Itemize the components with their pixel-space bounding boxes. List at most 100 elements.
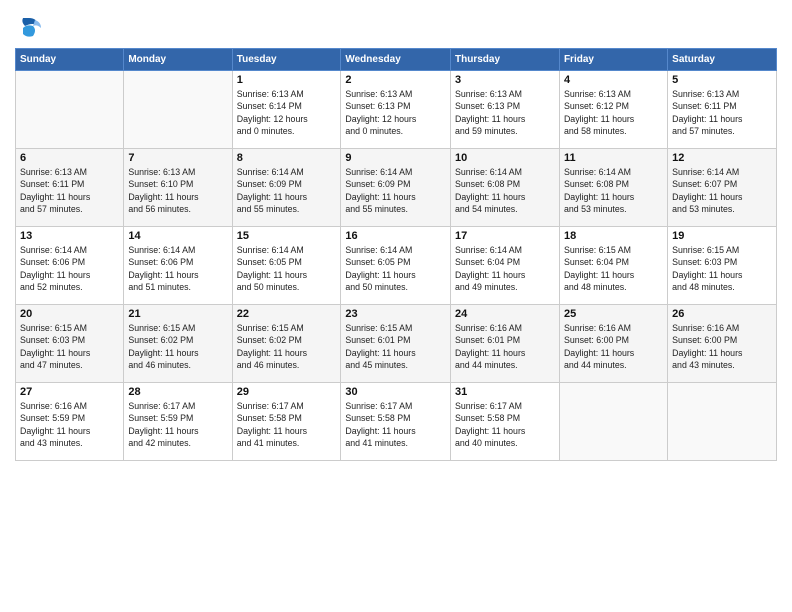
column-header-monday: Monday — [124, 49, 232, 71]
day-cell: 6 Sunrise: 6:13 AM Sunset: 6:11 PM Daylig… — [16, 149, 124, 227]
day-cell: 27 Sunrise: 6:16 AM Sunset: 5:59 PM Dayli… — [16, 383, 124, 461]
day-number: 18 — [564, 230, 663, 242]
day-info: Sunrise: 6:13 AM Sunset: 6:11 PM Dayligh… — [672, 88, 772, 137]
day-info: Sunrise: 6:15 AM Sunset: 6:04 PM Dayligh… — [564, 244, 663, 293]
day-cell: 22 Sunrise: 6:15 AM Sunset: 6:02 PM Dayli… — [232, 305, 341, 383]
day-number: 29 — [237, 386, 337, 398]
day-number: 1 — [237, 74, 337, 86]
day-cell: 30Sunrise: 6:17 AM Sunset: 5:58 PM Dayli… — [341, 383, 451, 461]
week-row-1: 1Sunrise: 6:13 AM Sunset: 6:14 PM Daylig… — [16, 71, 777, 149]
day-cell: 16 Sunrise: 6:14 AM Sunset: 6:05 PM Dayli… — [341, 227, 451, 305]
calendar-container: SundayMondayTuesdayWednesdayThursdayFrid… — [0, 0, 792, 612]
day-number: 26 — [672, 308, 772, 320]
day-cell — [559, 383, 667, 461]
day-number: 21 — [128, 308, 227, 320]
day-cell: 28 Sunrise: 6:17 AM Sunset: 5:59 PM Dayli… — [124, 383, 232, 461]
day-info: Sunrise: 6:15 AM Sunset: 6:03 PM Dayligh… — [20, 322, 119, 371]
column-header-tuesday: Tuesday — [232, 49, 341, 71]
day-number: 14 — [128, 230, 227, 242]
day-info: Sunrise: 6:17 AM Sunset: 5:58 PM Dayligh… — [455, 400, 555, 449]
day-number: 4 — [564, 74, 663, 86]
day-number: 5 — [672, 74, 772, 86]
column-header-thursday: Thursday — [451, 49, 560, 71]
day-info: Sunrise: 6:17 AM Sunset: 5:58 PM Dayligh… — [237, 400, 337, 449]
column-header-sunday: Sunday — [16, 49, 124, 71]
day-number: 31 — [455, 386, 555, 398]
day-cell: 9Sunrise: 6:14 AM Sunset: 6:09 PM Daylig… — [341, 149, 451, 227]
day-info: Sunrise: 6:14 AM Sunset: 6:05 PM Dayligh… — [345, 244, 446, 293]
day-number: 2 — [345, 74, 446, 86]
day-info: Sunrise: 6:16 AM Sunset: 6:01 PM Dayligh… — [455, 322, 555, 371]
day-info: Sunrise: 6:13 AM Sunset: 6:13 PM Dayligh… — [455, 88, 555, 137]
day-number: 28 — [128, 386, 227, 398]
day-cell — [668, 383, 777, 461]
day-number: 12 — [672, 152, 772, 164]
day-info: Sunrise: 6:13 AM Sunset: 6:11 PM Dayligh… — [20, 166, 119, 215]
logo-icon — [15, 14, 43, 42]
day-cell: 17 Sunrise: 6:14 AM Sunset: 6:04 PM Dayli… — [451, 227, 560, 305]
day-number: 11 — [564, 152, 663, 164]
day-cell: 26Sunrise: 6:16 AM Sunset: 6:00 PM Dayli… — [668, 305, 777, 383]
day-number: 24 — [455, 308, 555, 320]
day-info: Sunrise: 6:13 AM Sunset: 6:13 PM Dayligh… — [345, 88, 446, 137]
day-cell: 3 Sunrise: 6:13 AM Sunset: 6:13 PM Daylig… — [451, 71, 560, 149]
day-cell: 31 Sunrise: 6:17 AM Sunset: 5:58 PM Dayli… — [451, 383, 560, 461]
column-header-friday: Friday — [559, 49, 667, 71]
day-info: Sunrise: 6:13 AM Sunset: 6:12 PM Dayligh… — [564, 88, 663, 137]
week-row-2: 6 Sunrise: 6:13 AM Sunset: 6:11 PM Daylig… — [16, 149, 777, 227]
week-row-4: 20 Sunrise: 6:15 AM Sunset: 6:03 PM Dayli… — [16, 305, 777, 383]
day-cell — [16, 71, 124, 149]
week-row-5: 27 Sunrise: 6:16 AM Sunset: 5:59 PM Dayli… — [16, 383, 777, 461]
day-info: Sunrise: 6:15 AM Sunset: 6:01 PM Dayligh… — [345, 322, 446, 371]
day-number: 16 — [345, 230, 446, 242]
day-info: Sunrise: 6:14 AM Sunset: 6:06 PM Dayligh… — [20, 244, 119, 293]
calendar-header-row: SundayMondayTuesdayWednesdayThursdayFrid… — [16, 49, 777, 71]
day-number: 20 — [20, 308, 119, 320]
day-info: Sunrise: 6:14 AM Sunset: 6:08 PM Dayligh… — [564, 166, 663, 215]
day-cell: 20 Sunrise: 6:15 AM Sunset: 6:03 PM Dayli… — [16, 305, 124, 383]
day-cell: 12 Sunrise: 6:14 AM Sunset: 6:07 PM Dayli… — [668, 149, 777, 227]
day-cell: 19 Sunrise: 6:15 AM Sunset: 6:03 PM Dayli… — [668, 227, 777, 305]
day-info: Sunrise: 6:16 AM Sunset: 5:59 PM Dayligh… — [20, 400, 119, 449]
day-info: Sunrise: 6:14 AM Sunset: 6:08 PM Dayligh… — [455, 166, 555, 215]
day-number: 3 — [455, 74, 555, 86]
day-number: 30 — [345, 386, 446, 398]
day-cell: 8 Sunrise: 6:14 AM Sunset: 6:09 PM Daylig… — [232, 149, 341, 227]
day-info: Sunrise: 6:14 AM Sunset: 6:09 PM Dayligh… — [237, 166, 337, 215]
day-cell: 10 Sunrise: 6:14 AM Sunset: 6:08 PM Dayli… — [451, 149, 560, 227]
day-info: Sunrise: 6:15 AM Sunset: 6:02 PM Dayligh… — [128, 322, 227, 371]
day-number: 27 — [20, 386, 119, 398]
day-number: 6 — [20, 152, 119, 164]
day-info: Sunrise: 6:17 AM Sunset: 5:59 PM Dayligh… — [128, 400, 227, 449]
column-header-wednesday: Wednesday — [341, 49, 451, 71]
day-number: 7 — [128, 152, 227, 164]
day-info: Sunrise: 6:14 AM Sunset: 6:04 PM Dayligh… — [455, 244, 555, 293]
day-number: 9 — [345, 152, 446, 164]
calendar-header — [15, 10, 777, 42]
day-number: 8 — [237, 152, 337, 164]
day-info: Sunrise: 6:14 AM Sunset: 6:07 PM Dayligh… — [672, 166, 772, 215]
column-header-saturday: Saturday — [668, 49, 777, 71]
day-number: 10 — [455, 152, 555, 164]
day-info: Sunrise: 6:15 AM Sunset: 6:02 PM Dayligh… — [237, 322, 337, 371]
day-cell: 15 Sunrise: 6:14 AM Sunset: 6:05 PM Dayli… — [232, 227, 341, 305]
day-cell: 13 Sunrise: 6:14 AM Sunset: 6:06 PM Dayli… — [16, 227, 124, 305]
day-number: 13 — [20, 230, 119, 242]
day-cell: 7 Sunrise: 6:13 AM Sunset: 6:10 PM Daylig… — [124, 149, 232, 227]
logo — [15, 14, 47, 42]
day-info: Sunrise: 6:13 AM Sunset: 6:10 PM Dayligh… — [128, 166, 227, 215]
day-info: Sunrise: 6:15 AM Sunset: 6:03 PM Dayligh… — [672, 244, 772, 293]
day-number: 17 — [455, 230, 555, 242]
week-row-3: 13 Sunrise: 6:14 AM Sunset: 6:06 PM Dayli… — [16, 227, 777, 305]
day-cell: 5 Sunrise: 6:13 AM Sunset: 6:11 PM Daylig… — [668, 71, 777, 149]
day-cell: 21 Sunrise: 6:15 AM Sunset: 6:02 PM Dayli… — [124, 305, 232, 383]
day-number: 15 — [237, 230, 337, 242]
calendar-table: SundayMondayTuesdayWednesdayThursdayFrid… — [15, 48, 777, 461]
day-cell: 24 Sunrise: 6:16 AM Sunset: 6:01 PM Dayli… — [451, 305, 560, 383]
day-number: 19 — [672, 230, 772, 242]
day-cell: 18 Sunrise: 6:15 AM Sunset: 6:04 PM Dayli… — [559, 227, 667, 305]
day-info: Sunrise: 6:14 AM Sunset: 6:05 PM Dayligh… — [237, 244, 337, 293]
day-number: 23 — [345, 308, 446, 320]
day-number: 22 — [237, 308, 337, 320]
day-cell: 1Sunrise: 6:13 AM Sunset: 6:14 PM Daylig… — [232, 71, 341, 149]
